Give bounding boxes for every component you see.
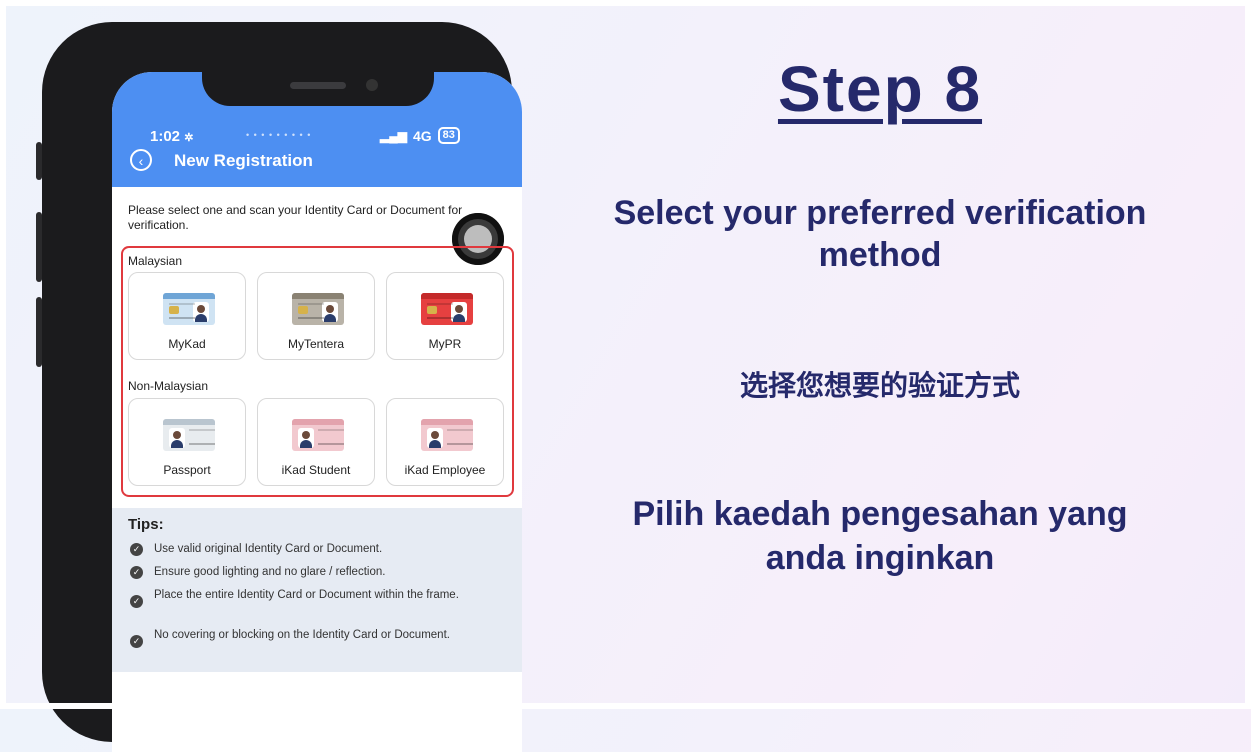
option-ikad-employee[interactable]: iKad Employee bbox=[386, 398, 504, 486]
check-icon: ✓ bbox=[130, 566, 143, 579]
check-icon: ✓ bbox=[130, 543, 143, 556]
speaker-grille bbox=[290, 82, 346, 89]
option-label: iKad Student bbox=[281, 463, 351, 477]
malaysian-label: Malaysian bbox=[128, 254, 183, 268]
tips-title: Tips: bbox=[128, 516, 164, 533]
ikad-student-card-icon bbox=[292, 419, 344, 451]
option-mypr[interactable]: MyPR bbox=[386, 272, 504, 360]
status-indicators: ▂▄▆ 4G 83 bbox=[380, 127, 460, 144]
ikad-employee-card-icon bbox=[421, 419, 473, 451]
tip-item: ✓ No covering or blocking on the Identit… bbox=[128, 628, 488, 648]
tip-text: Ensure good lighting and no glare / refl… bbox=[154, 566, 386, 578]
english-instruction: Select your preferred verification metho… bbox=[613, 194, 1147, 274]
malay-instruction: Pilih kaedah pengesahan yang anda ingink… bbox=[632, 495, 1128, 577]
tip-text: No covering or blocking on the Identity … bbox=[154, 629, 450, 641]
passport-card-icon bbox=[163, 419, 215, 451]
phone-volume-down bbox=[36, 297, 42, 367]
app-header: 1:02 ✲ • • • • • • • • • ▂▄▆ 4G 83 ‹ New… bbox=[112, 72, 522, 187]
front-camera bbox=[366, 79, 378, 91]
option-label: iKad Employee bbox=[404, 463, 486, 477]
chinese-instruction: 选择您想要的验证方式 bbox=[739, 370, 1020, 401]
mytentera-card-icon bbox=[292, 293, 344, 325]
option-passport[interactable]: Passport bbox=[128, 398, 246, 486]
mypr-card-icon bbox=[421, 293, 473, 325]
network-label: 4G bbox=[412, 127, 432, 144]
option-mytentera[interactable]: MyTentera bbox=[257, 272, 375, 360]
battery-icon: 83 bbox=[437, 127, 460, 144]
option-label: MyTentera bbox=[287, 337, 345, 351]
page-title: New Registration bbox=[174, 151, 313, 170]
tip-item: ✓ Use valid original Identity Card or Do… bbox=[128, 542, 488, 556]
instruction-text: Please select one and scan your Identity… bbox=[128, 203, 463, 232]
status-time: 1:02 ✲ bbox=[150, 128, 194, 145]
back-button[interactable]: ‹ bbox=[130, 149, 152, 171]
option-label: MyKad bbox=[168, 337, 206, 351]
non-malaysian-label: Non-Malaysian bbox=[128, 379, 209, 393]
step-title: Step 8 bbox=[777, 53, 983, 125]
signal-icon: ▂▄▆ bbox=[380, 128, 407, 143]
tip-text: Use valid original Identity Card or Docu… bbox=[154, 543, 383, 555]
option-label: Passport bbox=[163, 463, 211, 477]
tip-text: Place the entire Identity Card or Docume… bbox=[154, 589, 459, 601]
tip-item: ✓ Place the entire Identity Card or Docu… bbox=[128, 588, 488, 608]
option-label: MyPR bbox=[428, 337, 462, 351]
phone-volume-up bbox=[36, 212, 42, 282]
phone-mockup: 1:02 ✲ • • • • • • • • • ▂▄▆ 4G 83 ‹ New… bbox=[36, 22, 522, 752]
check-icon: ✓ bbox=[130, 635, 143, 648]
check-icon: ✓ bbox=[130, 595, 143, 608]
tips-panel: Tips: ✓ Use valid original Identity Card… bbox=[112, 508, 522, 672]
tip-item: ✓ Ensure good lighting and no glare / re… bbox=[128, 565, 488, 579]
phone-side-button bbox=[36, 142, 42, 180]
mykad-card-icon bbox=[163, 293, 215, 325]
phone-notch bbox=[202, 72, 434, 106]
option-mykad[interactable]: MyKad bbox=[128, 272, 246, 360]
option-ikad-student[interactable]: iKad Student bbox=[257, 398, 375, 486]
status-carrier: • • • • • • • • • bbox=[246, 130, 312, 140]
phone-screen: 1:02 ✲ • • • • • • • • • ▂▄▆ 4G 83 ‹ New… bbox=[112, 72, 522, 752]
